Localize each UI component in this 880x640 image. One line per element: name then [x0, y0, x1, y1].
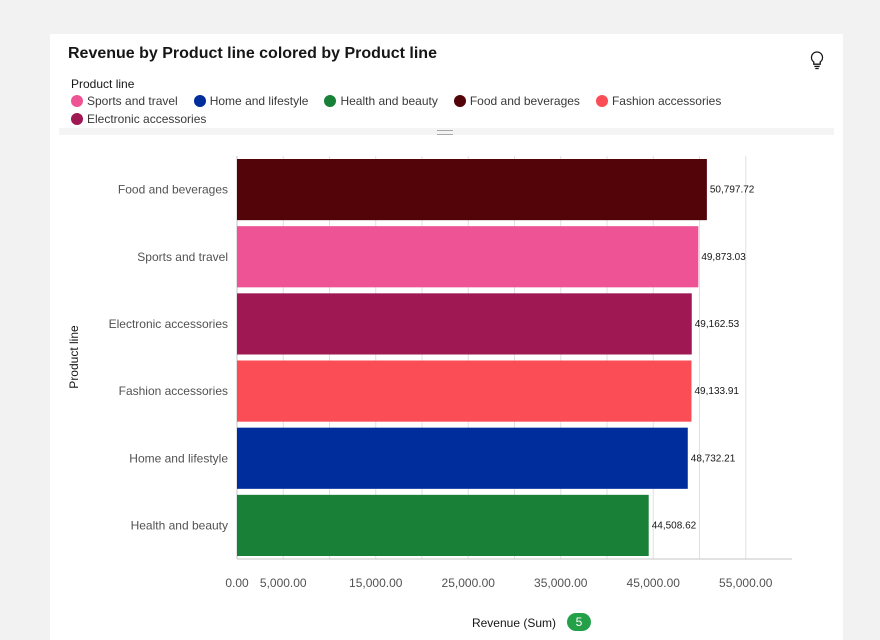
- axis-count-badge[interactable]: 5: [567, 613, 591, 631]
- x-tick-label: 5,000.00: [260, 576, 307, 590]
- value-label: 49,162.53: [695, 319, 740, 330]
- value-label: 48,732.21: [691, 453, 736, 464]
- x-tick-label: 45,000.00: [627, 576, 681, 590]
- x-tick-label: 55,000.00: [719, 576, 773, 590]
- x-tick-label: 25,000.00: [442, 576, 496, 590]
- bar-chart: Food and beverages 50,797.72 Sports and tr…: [67, 156, 792, 630]
- category-label: Health and beauty: [131, 518, 228, 532]
- category-label: Electronic accessories: [109, 317, 228, 331]
- category-label: Food and beverages: [118, 183, 228, 197]
- category-label: Home and lifestyle: [129, 451, 228, 465]
- bar[interactable]: [237, 494, 649, 556]
- category-label: Sports and travel: [137, 250, 228, 264]
- x-tick-label: 15,000.00: [349, 576, 403, 590]
- bar[interactable]: [237, 226, 699, 288]
- bar[interactable]: [237, 427, 688, 489]
- x-tick-label: 35,000.00: [534, 576, 588, 590]
- x-axis-title[interactable]: Revenue (Sum): [472, 616, 556, 630]
- bar[interactable]: [237, 360, 692, 422]
- value-label: 44,508.62: [652, 520, 697, 531]
- bar[interactable]: [237, 293, 692, 355]
- x-tick-label: 0.00: [225, 576, 249, 590]
- y-axis-title[interactable]: Product line: [67, 325, 81, 389]
- value-label: 49,873.03: [701, 252, 746, 263]
- category-label: Fashion accessories: [119, 384, 228, 398]
- chart-card: Revenue by Product line colored by Produ…: [50, 34, 843, 640]
- value-label: 50,797.72: [710, 185, 755, 196]
- value-label: 49,133.91: [694, 386, 739, 397]
- bar[interactable]: [237, 159, 707, 221]
